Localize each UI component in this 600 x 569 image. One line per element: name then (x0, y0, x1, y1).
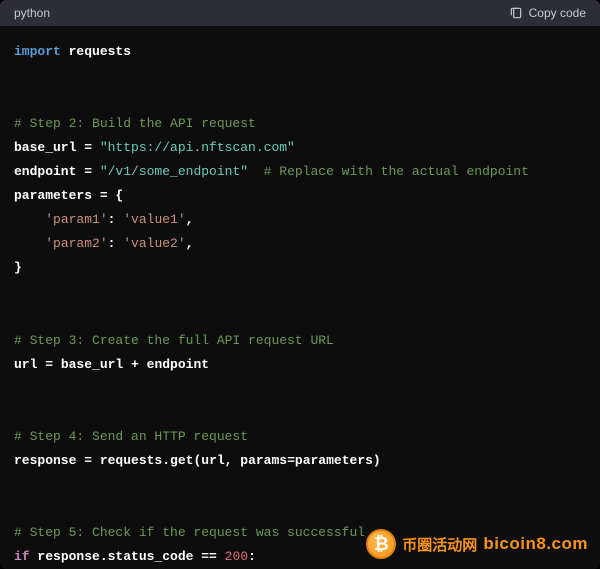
string-endpoint: "/v1/some_endpoint" (100, 164, 248, 179)
attr-status-code: response.status_code (37, 549, 193, 564)
comment-step4: # Step 4: Send an HTTP request (14, 429, 248, 444)
module-requests: requests (69, 44, 131, 59)
copy-label: Copy code (529, 6, 586, 20)
comment-endpoint: # Replace with the actual endpoint (248, 164, 529, 179)
brace-close: } (14, 260, 22, 275)
dict-val-param1: 'value1' (123, 212, 185, 227)
var-parameters: parameters (14, 188, 92, 203)
copy-code-button[interactable]: Copy code (509, 6, 586, 20)
dict-val-param2: 'value2' (123, 236, 185, 251)
keyword-if: if (14, 549, 30, 564)
keyword-import: import (14, 44, 61, 59)
comment-step3: # Step 3: Create the full API request UR… (14, 333, 334, 348)
var-base-url: base_url (14, 140, 76, 155)
number-200: 200 (225, 549, 248, 564)
code-content[interactable]: import requests # Step 2: Build the API … (0, 26, 600, 569)
clipboard-icon (509, 6, 523, 20)
code-header: python Copy code (0, 0, 600, 26)
language-label: python (14, 6, 50, 20)
code-block-container: python Copy code import requests # Step … (0, 0, 600, 569)
comment-step5: # Step 5: Check if the request was succe… (14, 525, 365, 540)
dict-key-param1: 'param1' (45, 212, 107, 227)
var-url: url (14, 357, 37, 372)
fn-requests-get: requests.get (100, 453, 194, 468)
string-base-url: "https://api.nftscan.com" (100, 140, 295, 155)
var-endpoint: endpoint (14, 164, 76, 179)
dict-key-param2: 'param2' (45, 236, 107, 251)
comment-step2: # Step 2: Build the API request (14, 116, 256, 131)
var-response: response (14, 453, 76, 468)
